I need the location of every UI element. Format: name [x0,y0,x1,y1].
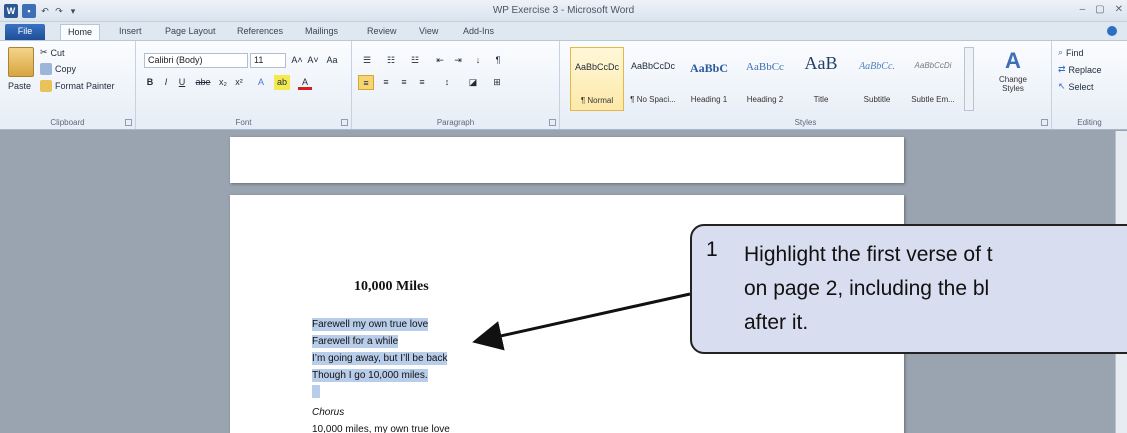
change-case-button[interactable]: Aa [324,53,340,68]
tab-add-ins[interactable]: Add-Ins [456,24,501,40]
format-painter-button[interactable]: Format Painter [40,80,115,92]
bold-button[interactable]: B [144,75,156,90]
tab-review[interactable]: Review [360,24,404,40]
borders-icon[interactable]: ⊞ [488,75,506,90]
superscript-button[interactable]: x² [232,75,246,90]
subscript-button[interactable]: x₂ [216,75,230,90]
style-subtle-emphasis[interactable]: AaBbCcDi Subtle Em... [906,47,960,111]
editing-group: ⌕ Find ⇄ Replace ↖ Select Editing [1052,41,1127,129]
strikethrough-button[interactable]: abe [194,75,212,90]
styles-group: AaBbCcDc ¶ Normal AaBbCcDc ¶ No Spaci...… [560,41,1052,129]
grow-font-button[interactable]: A˄ [290,53,304,68]
style-heading-2[interactable]: AaBbCc Heading 2 [738,47,792,111]
paragraph-label: Paragraph [436,118,475,127]
verse-line: Farewell my own true love [312,318,429,331]
format-painter-icon [40,80,52,92]
decrease-indent-icon[interactable]: ⇤ [432,53,448,68]
text-effects-button[interactable]: A [254,75,268,90]
align-left-icon[interactable]: ≡ [358,75,374,90]
multilevel-list-icon[interactable]: ☳ [406,53,424,68]
clipboard-label: Clipboard [50,118,85,127]
font-label: Font [235,118,252,127]
maximize-button[interactable]: ▢ [1095,4,1104,15]
sort-icon[interactable]: ↓ [470,53,486,68]
page-1-bottom[interactable] [230,137,904,183]
numbering-icon[interactable]: ☷ [382,53,400,68]
justify-icon[interactable]: ≡ [414,75,430,90]
find-icon: ⌕ [1058,47,1064,57]
style-heading-1[interactable]: AaBbC Heading 1 [682,47,736,111]
cut-icon: ✂ [40,47,48,57]
replace-button[interactable]: ⇄ Replace [1058,64,1102,75]
style-subtitle[interactable]: AaBbCc. Subtitle [850,47,904,111]
paste-icon[interactable] [8,47,34,77]
style-no-spacing[interactable]: AaBbCcDc ¶ No Spaci... [626,47,680,111]
change-styles-button[interactable]: A Change Styles [984,47,1042,111]
callout-line: on page 2, including the bl [744,277,990,300]
ribbon: Paste ✂ Cut Copy Format Painter Clipboar… [0,40,1127,130]
bullets-icon[interactable]: ☰ [358,53,376,68]
help-icon[interactable] [1107,26,1117,36]
font-color-button[interactable]: A [298,75,312,90]
chorus-label: Chorus [312,407,345,418]
select-button[interactable]: ↖ Select [1058,81,1094,92]
paragraph-group: ☰ ☷ ☳ ⇤ ⇥ ↓ ¶ ≡ ≡ ≡ ≡ ↕ ◪ ⊞ Paragraph [352,41,560,129]
shrink-font-button[interactable]: A˅ [306,53,320,68]
verse-line: Though I go 10,000 miles. [312,369,428,382]
font-name-combo[interactable]: Calibri (Body) [144,53,248,68]
highlight-button[interactable]: ab [274,75,290,90]
styles-label: Styles [794,118,817,127]
clipboard-group: Paste ✂ Cut Copy Format Painter Clipboar… [0,41,136,129]
blank-line-selection [312,385,320,398]
show-marks-icon[interactable]: ¶ [490,53,506,68]
cut-button[interactable]: ✂ Cut [40,47,65,58]
callout-line: after it. [744,311,809,334]
tab-page-layout[interactable]: Page Layout [158,24,223,40]
change-styles-icon: A [1005,48,1021,73]
tab-home[interactable]: Home [60,24,101,40]
copy-icon [40,63,52,75]
window-title: WP Exercise 3 - Microsoft Word [492,5,635,16]
callout-number: 1 [706,238,718,261]
find-button[interactable]: ⌕ Find [1058,47,1084,58]
font-size-combo[interactable]: 11 [250,53,286,68]
replace-icon: ⇄ [1058,64,1066,74]
select-icon: ↖ [1058,81,1066,91]
style-title[interactable]: AaB Title [794,47,848,111]
tab-mailings[interactable]: Mailings [298,24,345,40]
font-launcher-icon[interactable] [341,119,348,126]
title-bar: W ▪ ↶ ↷ ▾ WP Exercise 3 - Microsoft Word… [0,0,1127,22]
align-center-icon[interactable]: ≡ [378,75,394,90]
close-button[interactable]: ✕ [1115,4,1123,15]
tab-references[interactable]: References [230,24,290,40]
instruction-callout: 1 Highlight the first verse of t on page… [690,224,1127,354]
style-normal[interactable]: AaBbCcDc ¶ Normal [570,47,624,111]
increase-indent-icon[interactable]: ⇥ [450,53,466,68]
tab-view[interactable]: View [412,24,445,40]
tab-file[interactable]: File [5,24,45,40]
shading-icon[interactable]: ◪ [464,75,482,90]
paste-button[interactable]: Paste [8,81,31,91]
editing-label: Editing [1077,118,1102,127]
styles-gallery-scroll[interactable] [964,47,974,111]
align-right-icon[interactable]: ≡ [396,75,412,90]
line-spacing-icon[interactable]: ↕ [438,75,456,90]
window-controls: – ▢ ✕ [1080,4,1123,15]
verse-line: I’m going away, but I’ll be back [312,352,448,365]
tab-insert[interactable]: Insert [112,24,149,40]
callout-text: Highlight the first verse of t on page 2… [744,238,993,340]
italic-button[interactable]: I [160,75,172,90]
underline-button[interactable]: U [176,75,188,90]
font-group: Calibri (Body) 11 A˄ A˅ Aa B I U abe x₂ … [136,41,352,129]
ribbon-tabs: File Home Insert Page Layout References … [0,22,1127,40]
styles-launcher-icon[interactable] [1041,119,1048,126]
copy-button[interactable]: Copy [40,63,76,75]
minimize-button[interactable]: – [1080,4,1086,15]
document-title: 10,000 Miles [354,279,429,294]
paragraph-launcher-icon[interactable] [549,119,556,126]
callout-line: Highlight the first verse of t [744,243,993,266]
clipboard-launcher-icon[interactable] [125,119,132,126]
chorus-line: 10,000 miles, my own true love [312,424,450,433]
verse-line: Farewell for a while [312,335,399,348]
